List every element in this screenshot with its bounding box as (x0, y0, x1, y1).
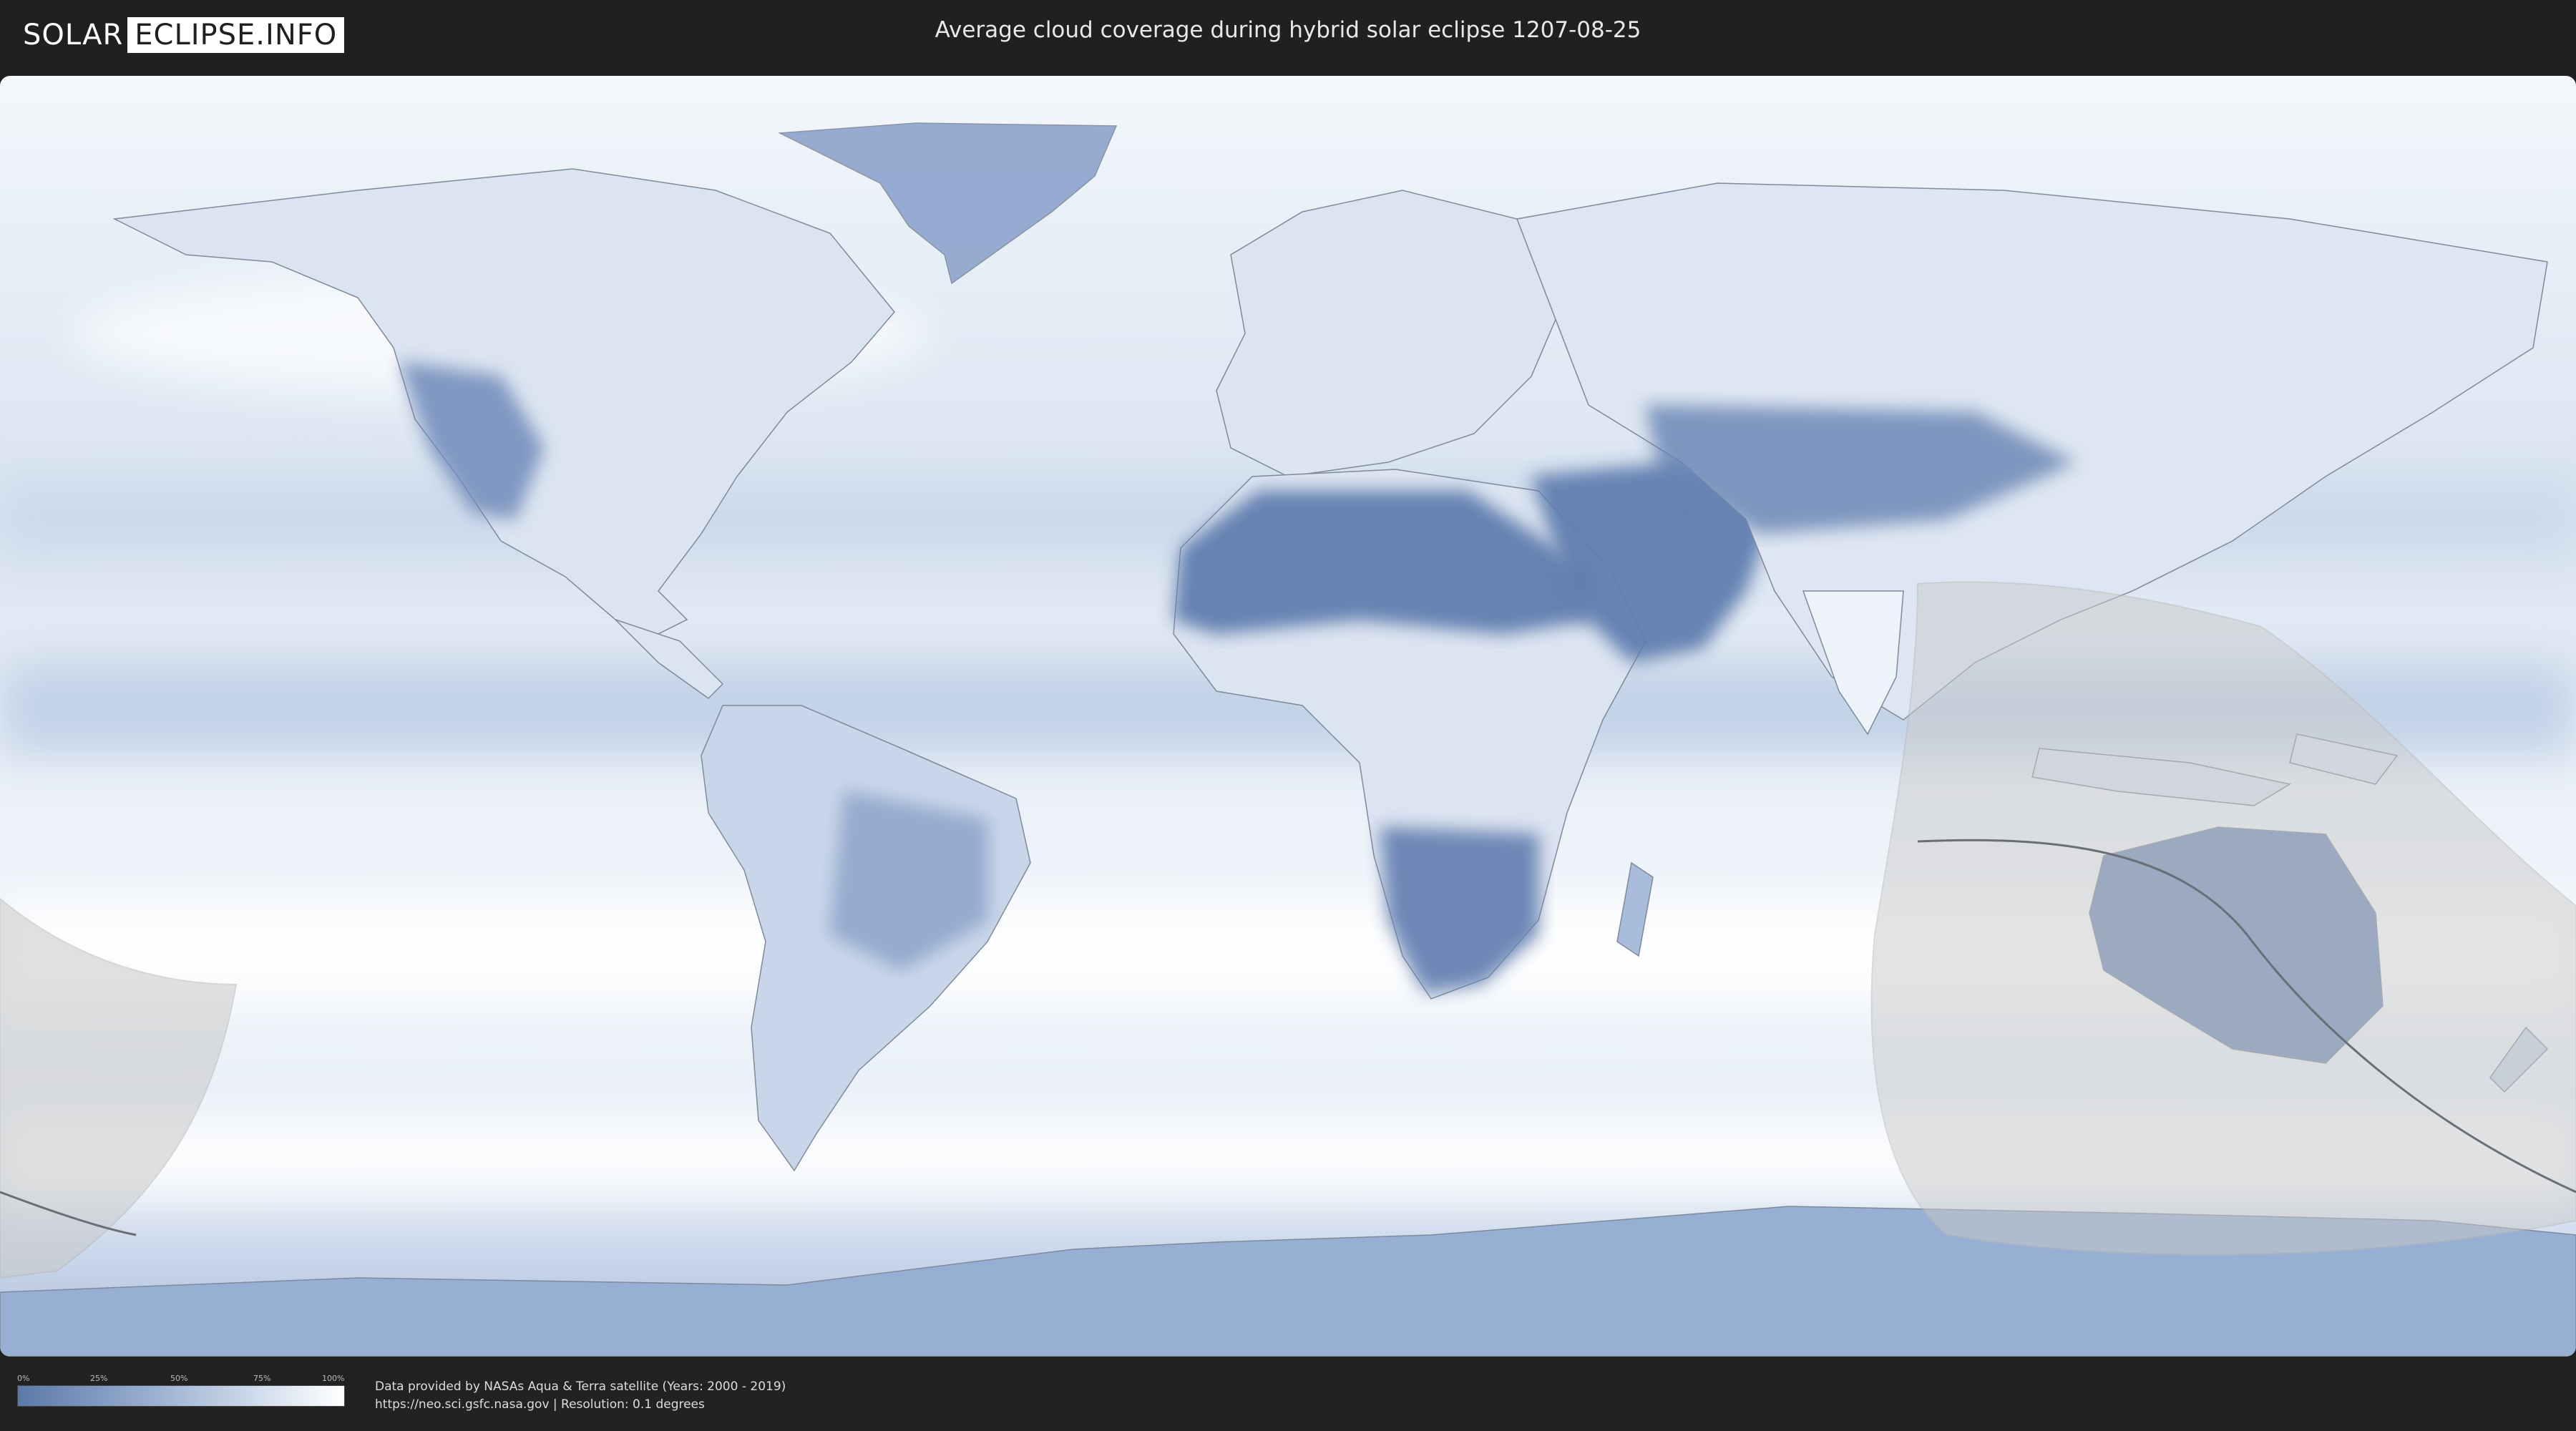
legend-tick-25: 25% (90, 1374, 108, 1383)
legend-ticks: 0% 25% 50% 75% 100% (17, 1374, 345, 1385)
data-source: Data provided by NASAs Aqua & Terra sate… (375, 1378, 786, 1414)
legend-tick-75: 75% (253, 1374, 271, 1383)
page-title: Average cloud coverage during hybrid sol… (935, 17, 1641, 43)
legend-tick-50: 50% (170, 1374, 188, 1383)
data-source-line-1: Data provided by NASAs Aqua & Terra sate… (375, 1379, 786, 1394)
legend-gradient-bar (17, 1385, 345, 1407)
data-source-line-2: https://neo.sci.gsfc.nasa.gov | Resoluti… (375, 1397, 705, 1412)
legend-tick-100: 100% (322, 1374, 345, 1383)
header-bar: SOLAR ECLIPSE.INFO Average cloud coverag… (0, 0, 2576, 73)
legend-tick-0: 0% (17, 1374, 30, 1383)
cloud-coverage-map (0, 76, 2576, 1357)
cloud-coverage-legend: 0% 25% 50% 75% 100% (17, 1374, 345, 1407)
